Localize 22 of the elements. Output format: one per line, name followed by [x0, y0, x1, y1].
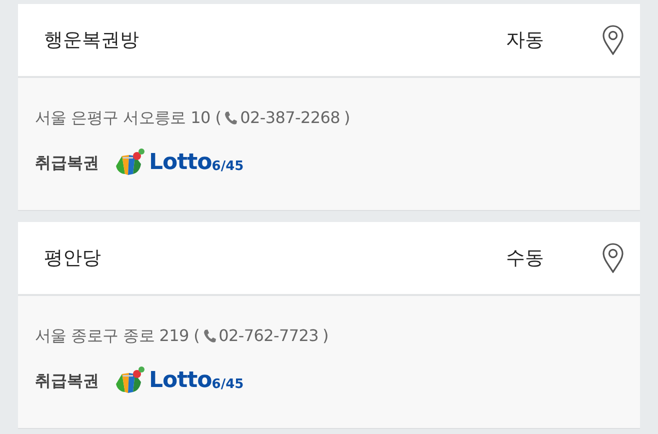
ticket-label: 취급복권 — [35, 370, 99, 392]
store-name: 행운복권방 — [44, 28, 140, 53]
lotto-game: 6/45 — [212, 376, 244, 394]
sale-type: 수동 — [506, 246, 544, 271]
sale-type: 자동 — [506, 28, 544, 53]
store-address: 서울 종로구 종로 219 ( — [35, 325, 200, 347]
phone-number: 02-387-2268 — [240, 107, 340, 129]
lottery-logo-icon — [113, 366, 145, 396]
lotto-brand: Lotto — [149, 152, 212, 174]
phone-number: 02-762-7723 — [218, 325, 319, 347]
ticket-label: 취급복권 — [35, 152, 99, 174]
closing-parenthesis: ) — [344, 107, 350, 129]
lotto-brand: Lotto — [149, 370, 212, 392]
lottery-logo-icon — [113, 148, 145, 178]
map-pin-icon[interactable] — [602, 243, 624, 273]
store-name: 평안당 — [44, 246, 102, 271]
lotto-game: 6/45 — [212, 158, 244, 176]
store-address: 서울 은평구 서오릉로 10 ( — [35, 107, 222, 129]
phone-icon — [202, 329, 216, 343]
closing-parenthesis: ) — [322, 325, 328, 347]
phone-icon — [224, 111, 238, 125]
map-pin-icon[interactable] — [602, 25, 624, 55]
